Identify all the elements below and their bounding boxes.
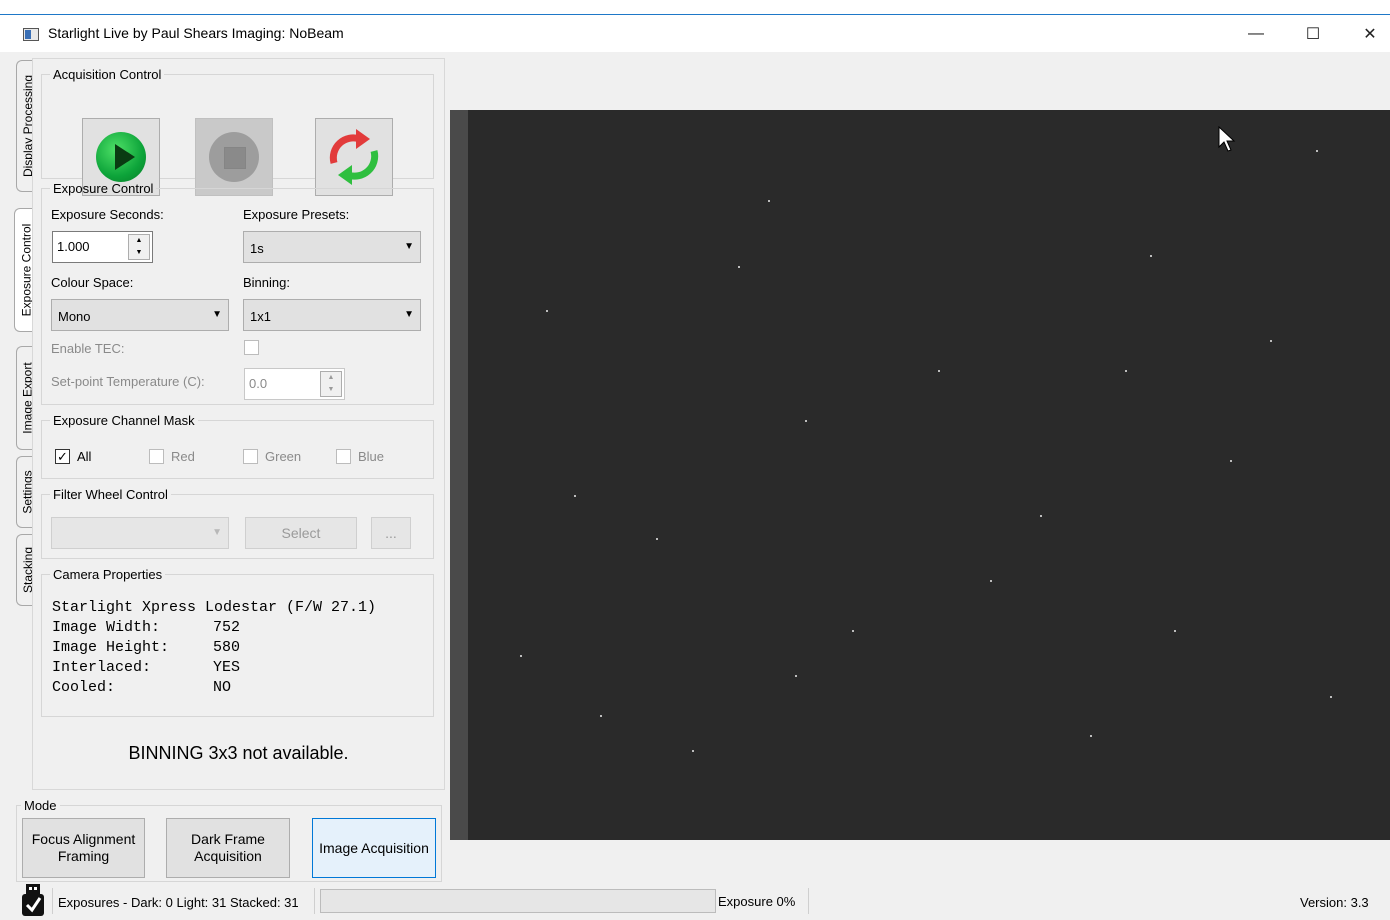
exposure-seconds-label: Exposure Seconds:: [51, 207, 164, 222]
all-checkbox[interactable]: ✓: [55, 449, 70, 464]
cooled-label: Cooled:: [52, 679, 116, 696]
camera-model: Starlight Xpress Lodestar (F/W 27.1): [52, 599, 377, 616]
image-width-value: 752: [213, 619, 241, 636]
dark-frame-button[interactable]: Dark Frame Acquisition: [166, 818, 290, 878]
star: [938, 370, 940, 372]
chevron-down-icon: ▼: [212, 527, 222, 538]
star: [1150, 255, 1152, 257]
star: [692, 750, 694, 752]
green-checkbox[interactable]: [243, 449, 258, 464]
chevron-down-icon: ▼: [404, 241, 414, 252]
star: [520, 655, 522, 657]
star: [600, 715, 602, 717]
channel-mask-group: Exposure Channel Mask: [41, 413, 434, 479]
blue-checkbox-label: Blue: [358, 449, 385, 464]
image-acquisition-button[interactable]: Image Acquisition: [312, 818, 436, 878]
dropdown-value: 1s: [250, 241, 264, 256]
star: [852, 630, 854, 632]
minimize-button[interactable]: —: [1228, 15, 1284, 53]
image-viewer[interactable]: [450, 110, 1390, 840]
usb-connected-icon: [22, 884, 44, 916]
green-checkbox-label: Green: [265, 449, 302, 464]
binning-message: BINNING 3x3 not available.: [128, 743, 349, 763]
group-title: Filter Wheel Control: [53, 487, 168, 502]
all-checkbox-label: All: [77, 449, 92, 464]
app-icon: [23, 28, 39, 41]
status-separator: [52, 888, 53, 914]
star: [546, 310, 548, 312]
dropdown-value: Mono: [58, 309, 91, 324]
star: [768, 200, 770, 202]
star: [805, 420, 807, 422]
play-icon: [96, 132, 146, 182]
dropdown-value: 1x1: [250, 309, 271, 324]
binning-dropdown[interactable]: 1x1 ▼: [243, 299, 421, 331]
star: [738, 266, 740, 268]
exposure-control-panel: Acquisition Control Exposure Control Exp…: [32, 58, 445, 790]
group-title: Exposure Control: [53, 181, 154, 196]
setpoint-temperature-label: Set-point Temperature (C):: [51, 374, 205, 389]
group-title: Mode: [24, 798, 57, 813]
image-height-value: 580: [213, 639, 241, 656]
mouse-cursor-icon: [1218, 126, 1236, 152]
title-bar: Starlight Live by Paul Shears Imaging: N…: [0, 14, 1390, 52]
star: [990, 580, 992, 582]
exposure-presets-dropdown[interactable]: 1s ▼: [243, 231, 421, 263]
star: [1125, 370, 1127, 372]
maximize-button[interactable]: ☐: [1285, 15, 1341, 53]
image-width-label: Image Width:: [52, 619, 161, 636]
status-separator: [314, 888, 315, 914]
focus-alignment-button[interactable]: Focus Alignment Framing: [22, 818, 145, 878]
spin-arrows-icon[interactable]: ▲ ▼: [128, 234, 150, 260]
filter-wheel-dropdown[interactable]: ▼: [51, 517, 229, 549]
window-title: Starlight Live by Paul Shears Imaging: N…: [48, 25, 344, 41]
exposure-progress-label: Exposure 0%: [718, 894, 796, 909]
stop-icon: [209, 132, 259, 182]
star: [1330, 696, 1332, 698]
interlaced-value: YES: [213, 659, 241, 676]
spin-arrows-icon[interactable]: ▲ ▼: [320, 371, 342, 397]
star: [1270, 340, 1272, 342]
colour-space-dropdown[interactable]: Mono ▼: [51, 299, 229, 331]
red-checkbox-label: Red: [171, 449, 195, 464]
filter-select-button[interactable]: Select: [245, 517, 357, 549]
cooled-value: NO: [213, 679, 232, 696]
spinbox-value: 0.0: [249, 376, 268, 391]
group-title: Acquisition Control: [53, 67, 162, 82]
group-title: Exposure Channel Mask: [53, 413, 195, 428]
interlaced-label: Interlaced:: [52, 659, 152, 676]
version-label: Version: 3.3: [1300, 895, 1369, 910]
close-button[interactable]: ✕: [1342, 15, 1390, 53]
blue-checkbox[interactable]: [336, 449, 351, 464]
enable-tec-label: Enable TEC:: [51, 341, 125, 356]
exposures-status: Exposures - Dark: 0 Light: 31 Stacked: 3…: [58, 895, 299, 910]
status-separator: [808, 888, 809, 914]
acquisition-control-group: Acquisition Control: [41, 67, 434, 196]
star: [1040, 515, 1042, 517]
exposure-seconds-spinbox[interactable]: 1.000 ▲ ▼: [52, 231, 153, 263]
group-title: Camera Properties: [53, 567, 163, 582]
star: [795, 675, 797, 677]
star: [1230, 460, 1232, 462]
image-height-label: Image Height:: [52, 639, 170, 656]
status-bar: Exposures - Dark: 0 Light: 31 Stacked: 3…: [0, 884, 1390, 920]
filter-more-button[interactable]: ...: [371, 517, 411, 549]
chevron-down-icon: ▼: [404, 309, 414, 320]
red-checkbox[interactable]: [149, 449, 164, 464]
exposure-presets-label: Exposure Presets:: [243, 207, 350, 222]
viewer-edge: [450, 110, 468, 840]
star: [656, 538, 658, 540]
star: [1316, 150, 1318, 152]
spinbox-value: 1.000: [57, 239, 90, 254]
binning-label: Binning:: [243, 275, 290, 290]
chevron-down-icon: ▼: [212, 309, 222, 320]
tab-label: Exposure Control: [19, 223, 33, 317]
star: [574, 495, 576, 497]
colour-space-label: Colour Space:: [51, 275, 134, 290]
setpoint-temperature-spinbox[interactable]: 0.0 ▲ ▼: [244, 368, 345, 400]
exposure-progress-bar: [320, 889, 716, 913]
enable-tec-checkbox[interactable]: [244, 340, 259, 355]
star: [1090, 735, 1092, 737]
star: [1174, 630, 1176, 632]
